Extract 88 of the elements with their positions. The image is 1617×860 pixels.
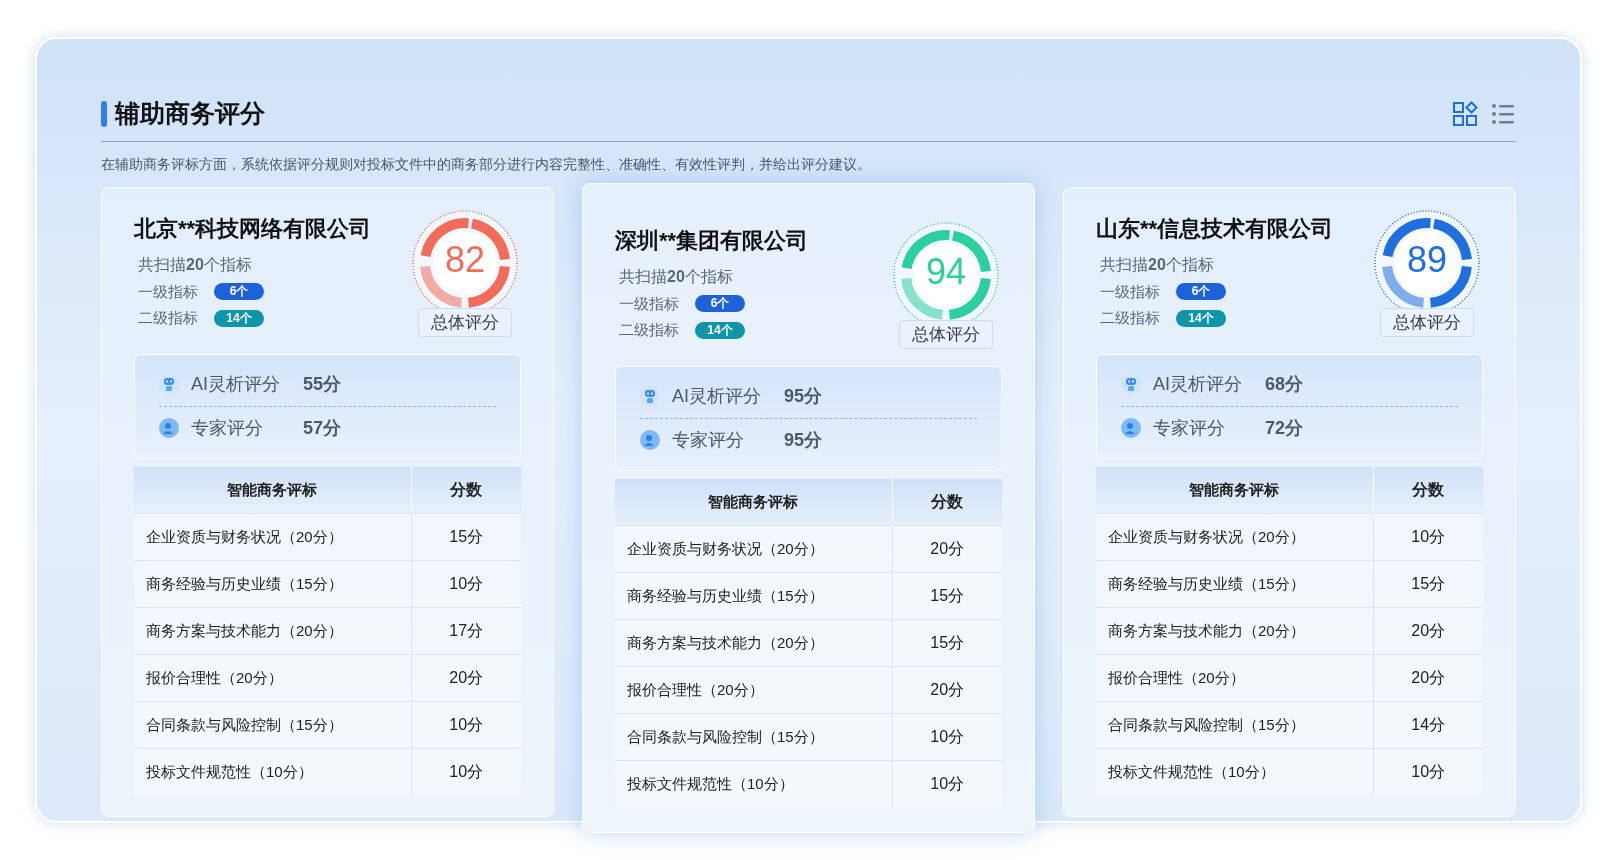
indicator-label: 一级指标 bbox=[1100, 281, 1160, 302]
table-cell: 10分 bbox=[411, 748, 521, 796]
table-cell: 商务方案与技术能力（20分） bbox=[1096, 607, 1373, 655]
indicator-label: 一级指标 bbox=[138, 281, 198, 302]
column-header: 智能商务评标 bbox=[615, 478, 892, 526]
person-icon bbox=[640, 430, 660, 450]
table-cell: 10分 bbox=[892, 760, 1002, 808]
count-badge: 6个 bbox=[214, 283, 264, 301]
grid-view-icon[interactable] bbox=[1452, 100, 1478, 127]
column-header: 分数 bbox=[1373, 466, 1483, 514]
table-cell: 15分 bbox=[892, 619, 1002, 667]
table-cell: 20分 bbox=[892, 666, 1002, 714]
table-cell: 10分 bbox=[1373, 513, 1483, 561]
score-value: 82 bbox=[443, 237, 486, 282]
table-cell: 17分 bbox=[411, 607, 521, 655]
table-cell: 商务方案与技术能力（20分） bbox=[615, 619, 892, 667]
company-name: 深圳**集团有限公司 bbox=[615, 226, 809, 255]
sub-score-label: 专家评分 bbox=[191, 416, 264, 440]
sub-score-value: 95分 bbox=[784, 384, 823, 408]
title-accent-bar bbox=[101, 100, 107, 127]
table-cell: 合同条款与风险控制（15分） bbox=[615, 713, 892, 761]
table-cell: 10分 bbox=[892, 713, 1002, 761]
table-cell: 15分 bbox=[1373, 560, 1483, 608]
indicator-label: 二级指标 bbox=[619, 320, 679, 340]
indicator-label: 二级指标 bbox=[1100, 308, 1160, 328]
table-cell: 商务经验与历史业绩（15分） bbox=[134, 560, 411, 608]
table-cell: 投标文件规范性（10分） bbox=[1096, 748, 1373, 796]
table-cell: 投标文件规范性（10分） bbox=[615, 760, 892, 808]
indicator-label: 二级指标 bbox=[138, 308, 198, 328]
score-value: 89 bbox=[1405, 237, 1448, 282]
table-cell: 投标文件规范性（10分） bbox=[134, 748, 411, 796]
table-cell: 15分 bbox=[892, 572, 1002, 620]
table-cell: 商务方案与技术能力（20分） bbox=[134, 607, 411, 655]
sub-score-label: AI灵析评分 bbox=[191, 372, 281, 396]
indicator-label: 一级指标 bbox=[619, 293, 679, 314]
sub-score-value: 55分 bbox=[303, 372, 342, 396]
sub-score-value: 68分 bbox=[1265, 372, 1304, 396]
table-cell: 合同条款与风险控制（15分） bbox=[1096, 701, 1373, 749]
company-name: 北京**科技网络有限公司 bbox=[134, 214, 372, 243]
column-header: 智能商务评标 bbox=[134, 466, 411, 514]
page-title: 辅助商务评分 bbox=[115, 98, 265, 129]
robot-icon bbox=[1121, 374, 1141, 394]
table-cell: 商务经验与历史业绩（15分） bbox=[615, 572, 892, 620]
score-value: 94 bbox=[924, 249, 967, 294]
sub-score-label: AI灵析评分 bbox=[1153, 372, 1243, 396]
table-cell: 10分 bbox=[411, 560, 521, 608]
column-header: 智能商务评标 bbox=[1096, 466, 1373, 514]
table-cell: 报价合理性（20分） bbox=[1096, 654, 1373, 702]
table-cell: 商务经验与历史业绩（15分） bbox=[1096, 560, 1373, 608]
table-cell: 20分 bbox=[411, 654, 521, 702]
table-cell: 报价合理性（20分） bbox=[615, 666, 892, 714]
person-icon bbox=[159, 418, 179, 438]
scan-summary: 共扫描20个指标 bbox=[138, 254, 253, 275]
table-cell: 14分 bbox=[1373, 701, 1483, 749]
sub-score-label: 专家评分 bbox=[1153, 416, 1226, 440]
table-cell: 企业资质与财务状况（20分） bbox=[134, 513, 411, 561]
score-label: 总体评分 bbox=[899, 319, 993, 349]
score-label: 总体评分 bbox=[418, 307, 512, 337]
table-cell: 15分 bbox=[411, 513, 521, 561]
sub-score-label: 专家评分 bbox=[672, 428, 745, 452]
score-label: 总体评分 bbox=[1380, 307, 1474, 337]
table-cell: 20分 bbox=[1373, 607, 1483, 655]
robot-icon bbox=[640, 386, 660, 406]
table-cell: 企业资质与财务状况（20分） bbox=[1096, 513, 1373, 561]
sub-score-value: 57分 bbox=[303, 416, 342, 440]
column-header: 分数 bbox=[411, 466, 521, 514]
table-cell: 合同条款与风险控制（15分） bbox=[134, 701, 411, 749]
table-cell: 10分 bbox=[411, 701, 521, 749]
sub-score-value: 95分 bbox=[784, 428, 823, 452]
table-cell: 20分 bbox=[892, 525, 1002, 573]
count-badge: 14个 bbox=[214, 309, 264, 327]
robot-icon bbox=[159, 374, 179, 394]
table-cell: 企业资质与财务状况（20分） bbox=[615, 525, 892, 573]
description: 在辅助商务评标方面，系统依据评分规则对投标文件中的商务部分进行内容完整性、准确性、有效性评判，并给出评分建议。 bbox=[101, 154, 872, 174]
table-cell: 10分 bbox=[1373, 748, 1483, 796]
count-badge: 6个 bbox=[695, 295, 745, 313]
company-name: 山东**信息技术有限公司 bbox=[1096, 214, 1334, 243]
count-badge: 14个 bbox=[1176, 309, 1226, 327]
count-badge: 14个 bbox=[695, 321, 745, 339]
scan-summary: 共扫描20个指标 bbox=[1100, 254, 1215, 275]
table-cell: 报价合理性（20分） bbox=[134, 654, 411, 702]
table-cell: 20分 bbox=[1373, 654, 1483, 702]
column-header: 分数 bbox=[892, 478, 1002, 526]
count-badge: 6个 bbox=[1176, 283, 1226, 301]
person-icon bbox=[1121, 418, 1141, 438]
sub-score-value: 72分 bbox=[1265, 416, 1304, 440]
sub-score-label: AI灵析评分 bbox=[672, 384, 762, 408]
scan-summary: 共扫描20个指标 bbox=[619, 266, 734, 287]
